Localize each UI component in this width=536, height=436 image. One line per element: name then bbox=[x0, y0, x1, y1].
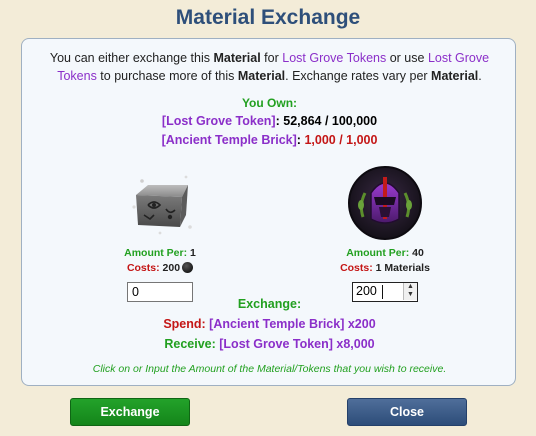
receive-value: [Lost Grove Token] x8,000 bbox=[215, 337, 375, 351]
intro-text-part: to purchase more of this bbox=[96, 69, 238, 83]
token-coin-icon bbox=[182, 262, 194, 273]
token-column: Amount Per: 40 Costs: 1 Materials 200 ▲ … bbox=[305, 161, 465, 302]
dialog-title: Material Exchange bbox=[175, 6, 361, 29]
costs-label: Costs: bbox=[340, 262, 373, 274]
amount-per-line: Amount Per: 40 bbox=[305, 247, 465, 260]
costs-line: Costs: 200 bbox=[80, 262, 240, 275]
intro-text: You can either exchange this Material fo… bbox=[32, 49, 507, 85]
intro-text-part: . bbox=[478, 69, 482, 83]
intro-material: Material bbox=[237, 69, 286, 83]
costs-value: 1 Materials bbox=[372, 262, 430, 274]
ancient-temple-brick-icon[interactable] bbox=[118, 161, 202, 245]
costs-line: Costs: 1 Materials bbox=[305, 262, 465, 275]
amount-per-value: 1 bbox=[187, 247, 196, 259]
material-column: Amount Per: 1 Costs: 200 bbox=[80, 161, 240, 302]
owned-brick-name: [Ancient Temple Brick] bbox=[161, 133, 297, 147]
amount-per-value: 40 bbox=[409, 247, 424, 259]
intro-text-part: . Exchange rates vary per bbox=[285, 69, 432, 83]
spend-label: Spend: bbox=[163, 317, 206, 331]
owned-brick-value: 1,000 / 1,000 bbox=[300, 133, 378, 147]
spend-value: [Ancient Temple Brick] x200 bbox=[205, 317, 376, 331]
receive-line: Receive: [Lost Grove Token] x8,000 bbox=[22, 337, 517, 351]
intro-material: Material bbox=[431, 69, 479, 83]
amount-per-label: Amount Per: bbox=[124, 247, 188, 259]
amount-per-line: Amount Per: 1 bbox=[80, 247, 240, 260]
you-own-heading: You Own: bbox=[241, 96, 298, 110]
intro-token: Lost Grove Tokens bbox=[282, 51, 387, 65]
costs-label: Costs: bbox=[126, 262, 160, 274]
intro-text-part: or use bbox=[386, 51, 428, 65]
lost-grove-token-icon[interactable] bbox=[343, 161, 427, 245]
costs-value: 200 bbox=[159, 262, 181, 274]
instruction-hint: Click on or Input the Amount of the Mate… bbox=[92, 363, 447, 375]
receive-label: Receive: bbox=[164, 337, 216, 351]
material-exchange-dialog: Material Exchange You can either exchang… bbox=[0, 0, 536, 436]
owned-brick-line: [Ancient Temple Brick]: 1,000 / 1,000 bbox=[22, 133, 517, 147]
owned-token-name: [Lost Grove Token] bbox=[161, 114, 276, 128]
token-amount-value[interactable]: 200 bbox=[356, 284, 377, 298]
intro-material: Material bbox=[213, 51, 261, 65]
owned-token-value: 52,864 / 100,000 bbox=[279, 114, 378, 128]
exchange-heading: Exchange: bbox=[237, 297, 302, 311]
close-button[interactable]: Close bbox=[347, 398, 467, 426]
amount-per-label: Amount Per: bbox=[346, 247, 410, 259]
spin-up-icon[interactable]: ▲ bbox=[404, 283, 417, 291]
intro-text-part: for bbox=[260, 51, 283, 65]
owned-tokens-line: [Lost Grove Token]: 52,864 / 100,000 bbox=[22, 114, 517, 128]
exchange-panel: You can either exchange this Material fo… bbox=[21, 38, 516, 386]
spend-line: Spend: [Ancient Temple Brick] x200 bbox=[22, 317, 517, 331]
intro-text-part: You can either exchange this bbox=[49, 51, 214, 65]
exchange-button[interactable]: Exchange bbox=[70, 398, 190, 426]
